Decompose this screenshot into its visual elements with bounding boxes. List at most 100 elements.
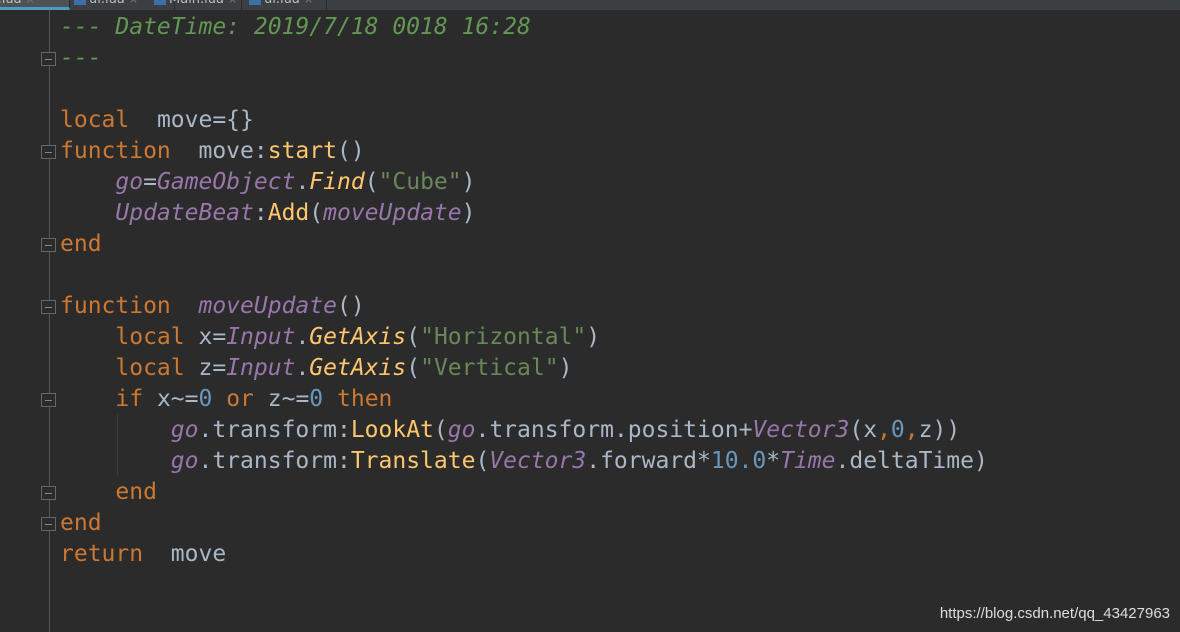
code-line: return move bbox=[60, 539, 988, 570]
fold-toggle-icon[interactable] bbox=[41, 393, 56, 407]
code-token: UpdateBeat bbox=[115, 200, 254, 226]
code-token: move: bbox=[170, 138, 268, 164]
code-token: Find bbox=[309, 169, 365, 195]
code-line: go.transform:Translate(Vector3.forward*1… bbox=[60, 446, 988, 477]
code-token: or bbox=[226, 386, 254, 412]
fold-toggle-icon[interactable] bbox=[41, 52, 56, 66]
code-token: ( bbox=[309, 200, 324, 226]
code-token: "Horizontal" bbox=[420, 324, 587, 350]
gutter-divider bbox=[49, 10, 50, 632]
code-token: .transform: bbox=[198, 448, 351, 474]
code-line: local x=Input.GetAxis("Horizontal") bbox=[60, 322, 988, 353]
code-token: "Vertical" bbox=[420, 355, 559, 381]
lua-file-icon bbox=[154, 0, 166, 5]
fold-toggle-icon[interactable] bbox=[41, 145, 56, 159]
tab-0[interactable]: ove.lua × bbox=[0, 0, 70, 10]
code-token: ) bbox=[461, 200, 476, 226]
close-tab-icon[interactable]: × bbox=[228, 0, 237, 6]
code-token: LookAt bbox=[350, 417, 434, 443]
lua-file-icon bbox=[74, 0, 86, 5]
tab-2[interactable]: Main.lua × bbox=[150, 0, 242, 10]
code-token: 10.0 bbox=[710, 448, 767, 474]
code-token: go bbox=[170, 448, 199, 474]
code-token: ( bbox=[433, 417, 448, 443]
code-token: ( bbox=[406, 324, 421, 350]
code-token: ( bbox=[406, 355, 421, 381]
code-line: go=GameObject.Find("Cube") bbox=[60, 167, 988, 198]
code-token: z)) bbox=[918, 417, 961, 443]
close-tab-icon[interactable]: × bbox=[26, 0, 35, 6]
tab-3[interactable]: ui.lua × bbox=[245, 0, 327, 10]
code-token: . bbox=[295, 355, 310, 381]
code-token: 0 bbox=[309, 386, 324, 412]
editor-tab-bar: ove.lua × ui.lua × Main.lua × ui.lua × bbox=[0, 0, 1180, 10]
code-token: local bbox=[115, 324, 185, 350]
code-token: Input bbox=[226, 324, 296, 350]
code-token: GetAxis bbox=[309, 324, 407, 350]
code-token: Input bbox=[226, 355, 296, 381]
tab-label: ui.lua bbox=[89, 0, 125, 7]
code-token: end bbox=[60, 231, 102, 257]
code-token: .forward* bbox=[586, 448, 711, 474]
code-line: --- bbox=[60, 43, 988, 74]
tab-label: Main.lua bbox=[169, 0, 224, 7]
code-token: Translate bbox=[350, 448, 476, 474]
code-token: .deltaTime) bbox=[835, 448, 988, 474]
code-token: . bbox=[295, 169, 310, 195]
code-token: start bbox=[267, 138, 337, 164]
code-token: .transform.position+ bbox=[475, 417, 753, 443]
code-token: moveUpdate bbox=[323, 200, 462, 226]
code-token: . bbox=[295, 324, 310, 350]
code-token: 0 bbox=[890, 417, 905, 443]
code-token: then bbox=[337, 386, 393, 412]
code-token: ( bbox=[475, 448, 490, 474]
fold-toggle-icon[interactable] bbox=[41, 486, 56, 500]
lua-file-icon bbox=[249, 0, 261, 5]
code-token: GetAxis bbox=[309, 355, 407, 381]
code-token: Vector3 bbox=[489, 448, 587, 474]
code-line: function move:start() bbox=[60, 136, 988, 167]
code-token: local bbox=[115, 355, 185, 381]
code-token: local bbox=[60, 107, 130, 133]
code-line: if x~=0 or z~=0 then bbox=[60, 384, 988, 415]
code-token: = bbox=[143, 169, 157, 195]
code-line: function moveUpdate() bbox=[60, 291, 988, 322]
code-token: Vector3 bbox=[752, 417, 850, 443]
code-editor[interactable]: --- DateTime: 2019/7/18 0018 16:28 --- lo… bbox=[60, 12, 988, 570]
code-token: 0 bbox=[198, 386, 213, 412]
close-tab-icon[interactable]: × bbox=[304, 0, 313, 6]
tab-label: ove.lua bbox=[0, 0, 22, 7]
code-line: end bbox=[60, 508, 988, 539]
fold-toggle-icon[interactable] bbox=[41, 238, 56, 252]
code-line: go.transform:LookAt(go.transform.positio… bbox=[60, 415, 988, 446]
code-token: z~= bbox=[253, 386, 310, 412]
code-token: () bbox=[336, 293, 365, 319]
code-token: --- DateTime: 2019/7/18 0018 16:28 bbox=[60, 14, 531, 40]
code-token: ) bbox=[558, 355, 573, 381]
watermark: https://blog.csdn.net/qq_43427963 bbox=[939, 605, 1170, 622]
code-token: move bbox=[143, 541, 227, 567]
code-token: .transform: bbox=[198, 417, 351, 443]
code-line: local z=Input.GetAxis("Vertical") bbox=[60, 353, 988, 384]
code-token: Add bbox=[267, 200, 310, 226]
code-token: --- bbox=[60, 45, 102, 71]
code-token: "Cube" bbox=[378, 169, 462, 195]
fold-toggle-icon[interactable] bbox=[41, 517, 56, 531]
code-line: UpdateBeat:Add(moveUpdate) bbox=[60, 198, 988, 229]
code-token: return bbox=[60, 541, 144, 567]
code-token: : bbox=[253, 200, 268, 226]
close-tab-icon[interactable]: × bbox=[129, 0, 138, 6]
fold-toggle-icon[interactable] bbox=[41, 300, 56, 314]
code-line: local move={} bbox=[60, 105, 988, 136]
